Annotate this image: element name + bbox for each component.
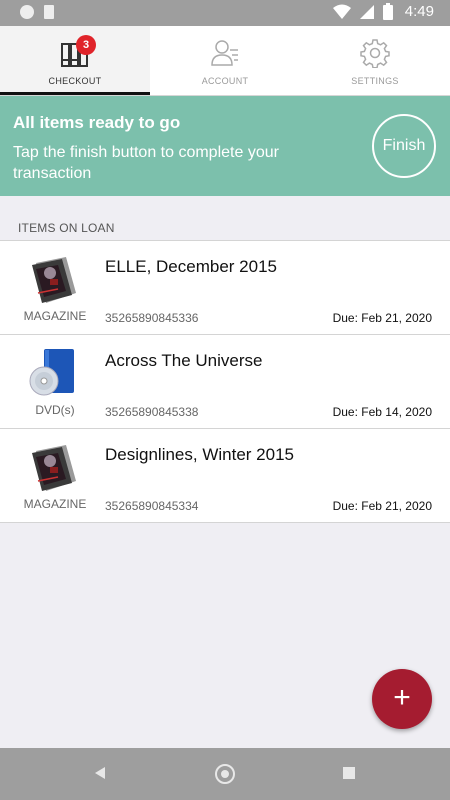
add-item-button[interactable]: + (372, 669, 432, 729)
battery-icon (382, 3, 393, 20)
item-barcode: 35265890845334 (105, 499, 199, 513)
item-type: MAGAZINE (23, 497, 87, 511)
item-type: DVD(s) (35, 403, 75, 417)
status-bar: 4:49 (0, 0, 450, 26)
list-item[interactable]: MAGAZINE Designlines, Winter 2015 352658… (0, 429, 450, 523)
banner-title: All items ready to go (13, 113, 181, 132)
notification-circle-icon (20, 5, 34, 19)
magazine-icon (28, 441, 78, 493)
items-list: MAGAZINE ELLE, December 2015 35265890845… (0, 240, 450, 523)
home-icon-center (221, 770, 229, 778)
sd-card-icon (44, 5, 54, 19)
banner-text: Tap the finish button to complete your t… (13, 144, 279, 182)
checkout-count-badge: 3 (76, 35, 96, 55)
item-barcode: 35265890845338 (105, 405, 199, 419)
status-notifications (20, 5, 54, 19)
status-system-icons: 4:49 (332, 3, 434, 20)
gear-icon (360, 38, 390, 69)
magazine-icon (28, 253, 78, 305)
item-due-date: Due: Feb 21, 2020 (332, 499, 432, 513)
item-title: Across The Universe (105, 351, 263, 370)
account-icon (210, 38, 240, 68)
section-header: ITEMS ON LOAN (18, 221, 115, 235)
item-title: Designlines, Winter 2015 (105, 445, 294, 464)
item-type: MAGAZINE (23, 309, 87, 323)
finish-button[interactable]: Finish (372, 114, 436, 178)
item-due-date: Due: Feb 14, 2020 (332, 405, 432, 419)
cell-signal-icon (359, 4, 374, 19)
list-item[interactable]: DVD(s) Across The Universe 3526589084533… (0, 335, 450, 429)
recents-icon[interactable] (343, 767, 355, 779)
wifi-icon (332, 4, 351, 19)
tab-account[interactable]: ACCOUNT (150, 26, 300, 96)
ready-banner: All items ready to go Tap the finish but… (0, 96, 450, 196)
dvd-icon (28, 347, 78, 399)
plus-icon: + (393, 681, 411, 714)
item-due-date: Due: Feb 21, 2020 (332, 311, 432, 325)
back-icon[interactable] (93, 766, 107, 780)
item-title: ELLE, December 2015 (105, 257, 277, 276)
list-item[interactable]: MAGAZINE ELLE, December 2015 35265890845… (0, 241, 450, 335)
item-barcode: 35265890845336 (105, 311, 199, 325)
system-nav-bar (0, 748, 450, 800)
tab-checkout[interactable]: 3 CHECKOUT (0, 26, 150, 96)
status-time: 4:49 (404, 3, 434, 20)
tab-account-label: ACCOUNT (201, 76, 249, 86)
tab-settings[interactable]: SETTINGS (300, 26, 450, 96)
tab-checkout-label: CHECKOUT (48, 76, 102, 86)
home-icon[interactable] (215, 764, 235, 784)
tab-bar: 3 CHECKOUT ACCOUNT SETTINGS (0, 26, 450, 96)
tab-settings-label: SETTINGS (351, 76, 399, 86)
